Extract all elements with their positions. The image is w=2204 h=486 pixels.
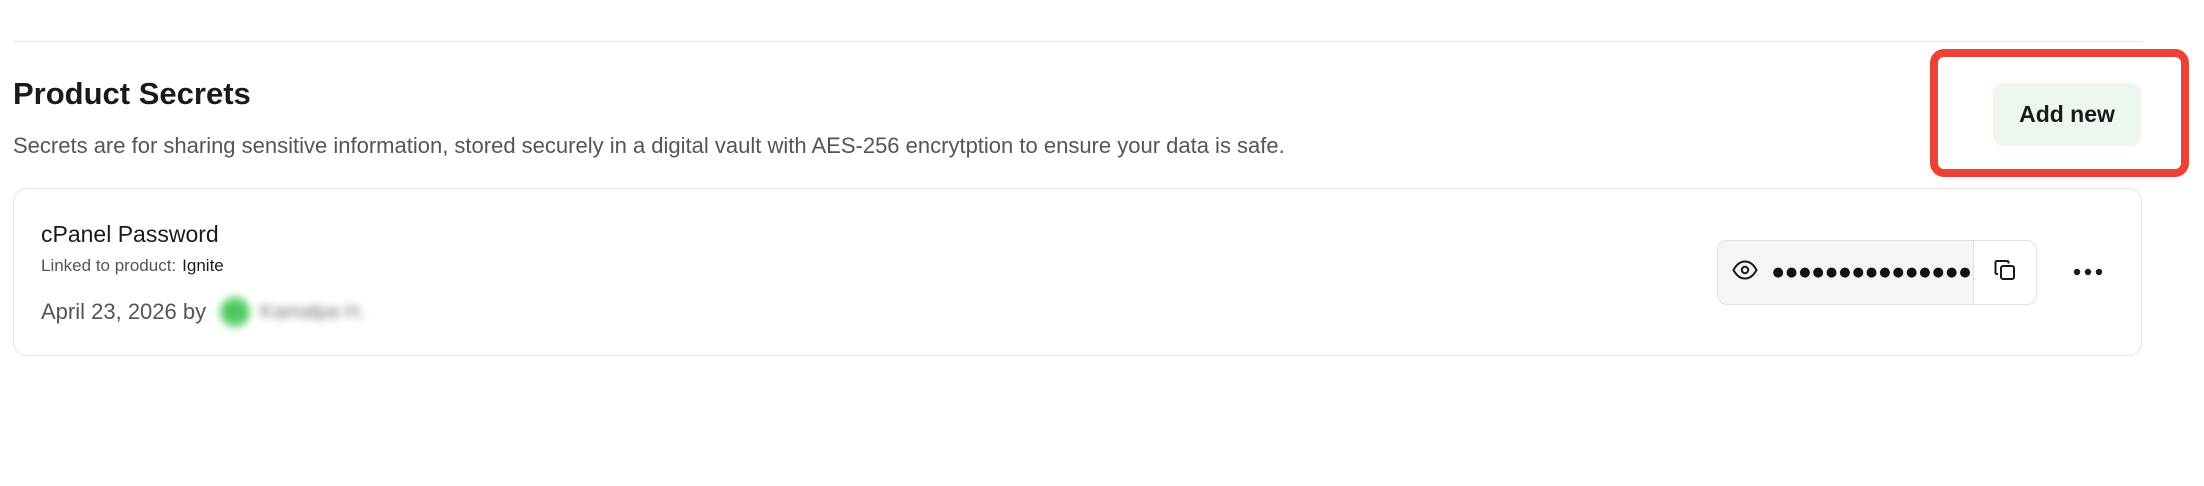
copy-icon: [1993, 258, 2017, 287]
copy-secret-button[interactable]: [1972, 241, 2036, 304]
more-horizontal-icon: [2073, 263, 2103, 281]
secret-card: cPanel Password Linked to product: Ignite…: [13, 188, 2142, 356]
masked-secret-value: ●●●●●●●●●●●●●●●: [1772, 265, 1973, 280]
linked-product-label: Linked to product:: [41, 256, 177, 275]
created-date: April 23, 2026 by: [41, 299, 207, 324]
section-title: Product Secrets: [13, 76, 251, 111]
section-description: Secrets are for sharing sensitive inform…: [13, 133, 1285, 158]
secret-name: cPanel Password: [41, 221, 219, 247]
reveal-secret-button[interactable]: [1718, 241, 1773, 304]
more-options-button[interactable]: [2068, 256, 2108, 288]
eye-icon: [1732, 260, 1758, 285]
top-divider: [13, 41, 2143, 42]
secret-value-field: ●●●●●●●●●●●●●●●: [1717, 240, 2037, 305]
secret-meta: April 23, 2026 by KH Kamalpa H.: [41, 297, 365, 327]
linked-product-name: Ignite: [182, 256, 224, 275]
add-new-button[interactable]: Add new: [1993, 83, 2141, 146]
author-avatar: KH: [220, 297, 251, 327]
linked-product-row: Linked to product: Ignite: [41, 255, 224, 277]
author-name: Kamalpa H.: [260, 300, 365, 323]
